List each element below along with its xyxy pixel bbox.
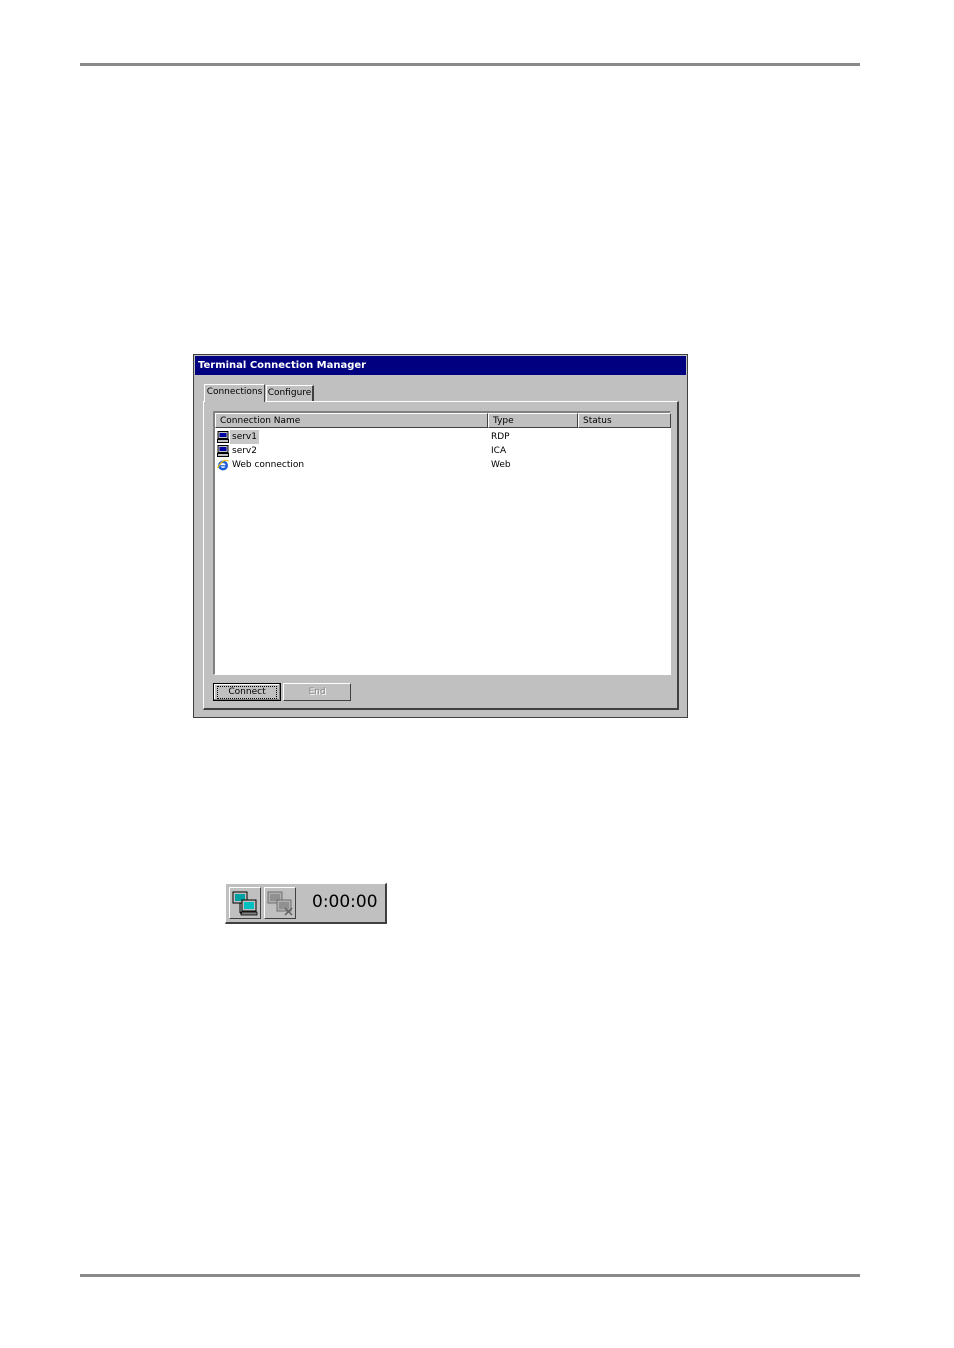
connect-network-icon [232, 891, 258, 916]
internet-explorer-icon [217, 459, 229, 471]
computer-icon [217, 431, 229, 443]
tab-configure[interactable]: Configure [266, 385, 314, 401]
column-header-status[interactable]: Status [578, 413, 671, 428]
connection-type: ICA [491, 446, 507, 456]
list-item[interactable]: serv2 ICA [217, 444, 667, 458]
tab-connections[interactable]: Connections [204, 384, 265, 402]
connect-toolbar-button[interactable] [229, 887, 261, 919]
connection-timer: 0:00:00 [312, 892, 378, 912]
connect-button[interactable]: Connect [213, 683, 281, 701]
connection-list[interactable]: Connection Name Type Status serv1 RDP se… [213, 411, 671, 675]
connection-name: Web connection [232, 460, 305, 470]
column-header-type[interactable]: Type [488, 413, 578, 428]
end-button[interactable]: End [283, 683, 351, 701]
connection-name: serv2 [232, 446, 257, 456]
list-item[interactable]: serv1 RDP [217, 430, 667, 444]
list-item[interactable]: Web connection Web [217, 458, 667, 472]
window-title: Terminal Connection Manager [195, 356, 686, 375]
connection-toolbar: 0:00:00 [225, 883, 387, 924]
connect-button-label: Connect [217, 686, 277, 699]
list-header: Connection Name Type Status [215, 413, 671, 428]
top-rule [80, 63, 860, 66]
computer-icon [217, 445, 229, 457]
connection-type: RDP [491, 432, 510, 442]
column-header-connection-name[interactable]: Connection Name [215, 413, 488, 428]
disconnect-network-icon [267, 891, 293, 916]
bottom-rule [80, 1274, 860, 1277]
disconnect-toolbar-button[interactable] [264, 887, 296, 919]
connection-type: Web [491, 460, 511, 470]
terminal-connection-manager-window: Terminal Connection Manager Connections … [193, 354, 688, 718]
connection-name: serv1 [230, 430, 259, 444]
